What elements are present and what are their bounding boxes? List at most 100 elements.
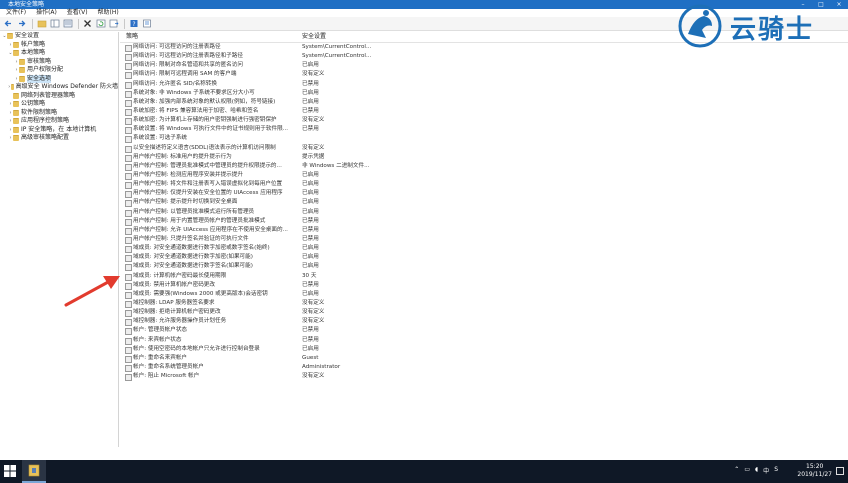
- policy-row[interactable]: 域控制器: LDAP 服务器签名要求 没有定义: [120, 299, 848, 308]
- policy-row[interactable]: 用户帐户控制: 管理员批准模式中管理员的提升权限提示的... 非 Windows …: [120, 162, 848, 171]
- policy-name: 域成员: 对安全通道数据进行数字签名(如果可能): [133, 263, 253, 270]
- volume-icon[interactable]: ◖: [755, 466, 758, 475]
- policy-icon: [125, 81, 132, 89]
- tree-item[interactable]: › 软件限制策略: [0, 109, 118, 118]
- tree-item[interactable]: › 安全选项: [0, 74, 118, 83]
- tree-item-label: 应用程序控制策略: [21, 117, 70, 124]
- tree-item[interactable]: › 公钥策略: [0, 100, 118, 109]
- policy-row[interactable]: 帐户: 阻止 Microsoft 帐户 没有定义: [120, 372, 848, 382]
- notification-icon[interactable]: [836, 467, 844, 475]
- policy-setting: 非 Windows 二进制文件...: [302, 162, 370, 169]
- policy-row[interactable]: 域控制器: 允许服务器操作员计划任务 没有定义: [120, 317, 848, 327]
- policy-row[interactable]: 帐户: 重命名来宾帐户 Guest: [120, 354, 848, 363]
- policy-row[interactable]: 用户帐户控制: 允许 UIAccess 应用程序在不使用安全桌面的... 已禁用: [120, 226, 848, 235]
- policy-name: 域控制器: LDAP 服务器签名要求: [133, 299, 215, 306]
- column-setting-header[interactable]: 安全设置: [302, 32, 326, 42]
- taskbar-app-security-policy[interactable]: [22, 460, 46, 483]
- policy-row[interactable]: 用户帐户控制: 标准用户的提升提示行为 提示凭据: [120, 153, 848, 162]
- policy-icon: [125, 191, 132, 199]
- policy-setting: Administrator: [302, 363, 341, 370]
- policy-name: 用户帐户控制: 用于内置管理员帐户的管理员批准模式: [133, 217, 266, 224]
- policy-row[interactable]: 网络访问: 可远程访问的注册表路径和子路径 System\CurrentContr…: [120, 52, 848, 62]
- tree-item[interactable]: › 用户权限分配: [0, 66, 118, 75]
- policy-row[interactable]: 域控制器: 拒绝计算机帐户密码更改 没有定义: [120, 308, 848, 318]
- policy-row[interactable]: 用户帐户控制: 检测应用程序安装并提示提升 已启用: [120, 171, 848, 180]
- menu-action[interactable]: 操作(A): [36, 9, 57, 16]
- policy-row[interactable]: 系统加密: 将 FIPS 兼容算法用于加密、哈希和签名 已禁用: [120, 107, 848, 116]
- policy-setting: 已启用: [302, 245, 319, 252]
- policy-icon: [125, 154, 132, 162]
- refresh-button[interactable]: [95, 18, 106, 29]
- tree-item[interactable]: 网络列表管理器策略: [0, 92, 118, 101]
- policy-icon: [125, 145, 132, 153]
- policy-icon: [125, 319, 132, 327]
- policy-row[interactable]: 帐户: 使用空密码的本地帐户只允许进行控制台登录 已启用: [120, 345, 848, 354]
- policy-row[interactable]: 用户帐户控制: 只提升签名并验证的可执行文件 已禁用: [120, 235, 848, 244]
- tree-item[interactable]: ⌄ 安全设置: [0, 32, 118, 41]
- policy-name: 用户帐户控制: 检测应用程序安装并提示提升: [133, 171, 243, 178]
- policy-row[interactable]: 网络访问: 允许匿名 SID/名称转换 已禁用: [120, 80, 848, 89]
- column-policy-header[interactable]: 策略: [126, 32, 138, 42]
- policy-row[interactable]: 网络访问: 限制可远程调用 SAM 的客户端 没有定义: [120, 70, 848, 80]
- policy-row[interactable]: 帐户: 管理员帐户状态 已禁用: [120, 326, 848, 336]
- tree-item-label: 帐户策略: [21, 40, 46, 48]
- ime-indicator[interactable]: S: [774, 466, 778, 475]
- policy-name: 域成员: 需要强(Windows 2000 或更高版本)会话密钥: [133, 290, 268, 297]
- policy-row[interactable]: 用户帐户控制: 以管理员批准模式运行所有管理员 已启用: [120, 208, 848, 217]
- policy-row[interactable]: 域成员: 对安全通道数据进行数字加密或数字签名(始终) 已启用: [120, 244, 848, 254]
- policy-row[interactable]: 帐户: 来宾帐户状态 已禁用: [120, 336, 848, 345]
- policy-row[interactable]: 域成员: 需要强(Windows 2000 或更高版本)会话密钥 已启用: [120, 290, 848, 299]
- tree-item[interactable]: › 应用程序控制策略: [0, 117, 118, 126]
- export-button[interactable]: [108, 18, 119, 29]
- show-tree-button[interactable]: [49, 18, 60, 29]
- policy-row[interactable]: 系统设置: 可选子系统: [120, 134, 848, 144]
- menu-view[interactable]: 查看(V): [67, 9, 88, 16]
- delete-button[interactable]: [82, 18, 93, 29]
- input-language[interactable]: 中: [763, 466, 769, 475]
- folder-icon: [13, 50, 19, 57]
- policy-setting: 已禁用: [302, 235, 319, 242]
- windows-start-icon[interactable]: [4, 465, 16, 477]
- policy-name: 域成员: 计算机帐户密码最长使用期限: [133, 272, 227, 279]
- policy-row[interactable]: 系统设置: 将 Windows 可执行文件中的证书规则用于软件限... 已禁用: [120, 125, 848, 135]
- policy-row[interactable]: 用户帐户控制: 将文件和注册表写入错误虚拟化到每用户位置 已启用: [120, 180, 848, 190]
- policy-icon: [125, 63, 132, 71]
- network-icon[interactable]: ▭: [744, 466, 750, 475]
- policy-row[interactable]: 系统对象: 非 Windows 子系统不要求区分大小写 已启用: [120, 89, 848, 98]
- policy-row[interactable]: 域成员: 禁用计算机帐户密码更改 已禁用: [120, 281, 848, 290]
- menu-help[interactable]: 帮助(H): [98, 9, 119, 16]
- properties-button[interactable]: [141, 18, 152, 29]
- policy-setting: 提示凭据: [302, 153, 325, 160]
- policy-row[interactable]: 以安全描述符定义语言(SDDL)语法表示的计算机访问限制 没有定义: [120, 144, 848, 153]
- policy-row[interactable]: 系统对象: 加强内部系统对象的默认权限(例如，符号链接) 已启用: [120, 98, 848, 107]
- toolbar-separator: [124, 18, 125, 29]
- policy-row[interactable]: 用户帐户控制: 用于内置管理员帐户的管理员批准模式 已禁用: [120, 217, 848, 226]
- policy-row[interactable]: 用户帐户控制: 提示提升时切换到安全桌面 已启用: [120, 198, 848, 208]
- properties-icon: [142, 19, 151, 28]
- back-button[interactable]: [3, 18, 14, 29]
- policy-row[interactable]: 网络访问: 限制对命名管道和共享的匿名访问 已启用: [120, 61, 848, 71]
- policy-name: 用户帐户控制: 只提升签名并验证的可执行文件: [133, 235, 249, 242]
- menu-file[interactable]: 文件(F): [6, 9, 26, 16]
- policy-name: 域成员: 对安全通道数据进行数字加密(如果可能): [133, 254, 253, 261]
- tree-item[interactable]: › 高级安全 Windows Defender 防火墙: [0, 83, 118, 92]
- tree-item[interactable]: › 高级审核策略配置: [0, 134, 118, 143]
- tray-chevron-icon[interactable]: ⌃: [734, 466, 739, 475]
- forward-button[interactable]: [16, 18, 27, 29]
- policy-row[interactable]: 帐户: 重命名系统管理员帐户 Administrator: [120, 363, 848, 372]
- tree-item[interactable]: › 帐户策略: [0, 41, 118, 50]
- help-button[interactable]: ?: [128, 18, 139, 29]
- tree-item[interactable]: › IP 安全策略，在 本地计算机: [0, 126, 118, 135]
- list-view-button[interactable]: [62, 18, 73, 29]
- policy-row[interactable]: 用户帐户控制: 仅提升安装在安全位置的 UIAccess 应用程序 已启用: [120, 189, 848, 199]
- policy-row[interactable]: 域成员: 对安全通道数据进行数字加密(如果可能) 已启用: [120, 253, 848, 263]
- policy-row[interactable]: 域成员: 对安全通道数据进行数字签名(如果可能) 已启用: [120, 262, 848, 272]
- policy-row[interactable]: 域成员: 计算机帐户密码最长使用期限 30 天: [120, 272, 848, 281]
- up-folder-button[interactable]: [36, 18, 47, 29]
- policy-row[interactable]: 系统加密: 为计算机上存储的用户密钥强制进行强密钥保护 没有定义: [120, 116, 848, 126]
- tree-item[interactable]: ⌄ 本地策略: [0, 49, 118, 58]
- tree-item-label: IP 安全策略，在 本地计算机: [21, 125, 97, 133]
- policy-setting: 已禁用: [302, 217, 319, 224]
- clock[interactable]: 15:20 2019/11/27: [797, 463, 832, 479]
- tree-item[interactable]: › 审核策略: [0, 58, 118, 67]
